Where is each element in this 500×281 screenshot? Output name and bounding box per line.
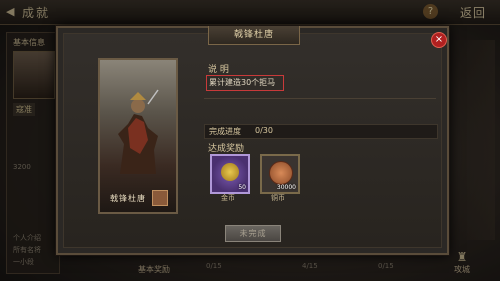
rewards-label: 达成奖励 bbox=[208, 144, 245, 154]
gold-coin-icon bbox=[221, 163, 239, 181]
reward-name: 金币 bbox=[221, 194, 235, 202]
hero-card: 戟锋杜唐 bbox=[98, 58, 178, 214]
description-label: 说 明 bbox=[208, 65, 229, 75]
progress-row: 完成进度 0/30 bbox=[204, 124, 438, 139]
progress-label: 完成进度 bbox=[209, 127, 241, 136]
achievement-dialog: 戟锋杜唐 × 戟锋杜唐 说 明 累计建造30个拒马 完成进度 0/30 达成奖励… bbox=[56, 26, 449, 255]
reward-copper[interactable]: 30000 bbox=[260, 154, 300, 194]
progress-value: 0/30 bbox=[255, 126, 273, 135]
reward-quantity: 30000 bbox=[276, 184, 296, 191]
dialog-title: 戟锋杜唐 bbox=[208, 26, 300, 45]
reward-gold[interactable]: 50 bbox=[210, 154, 250, 194]
reward-name: 铜币 bbox=[271, 194, 285, 202]
reward-quantity: 50 bbox=[238, 184, 246, 191]
hero-card-name: 戟锋杜唐 bbox=[110, 194, 146, 203]
description-text: 累计建造30个拒马 bbox=[206, 75, 284, 91]
copper-coin-icon bbox=[269, 161, 293, 185]
hero-badge-icon bbox=[152, 190, 168, 206]
divider bbox=[204, 98, 436, 99]
close-button[interactable]: × bbox=[431, 32, 447, 48]
hero-figure-icon bbox=[118, 89, 159, 174]
claim-button[interactable]: 未完成 bbox=[225, 225, 281, 242]
